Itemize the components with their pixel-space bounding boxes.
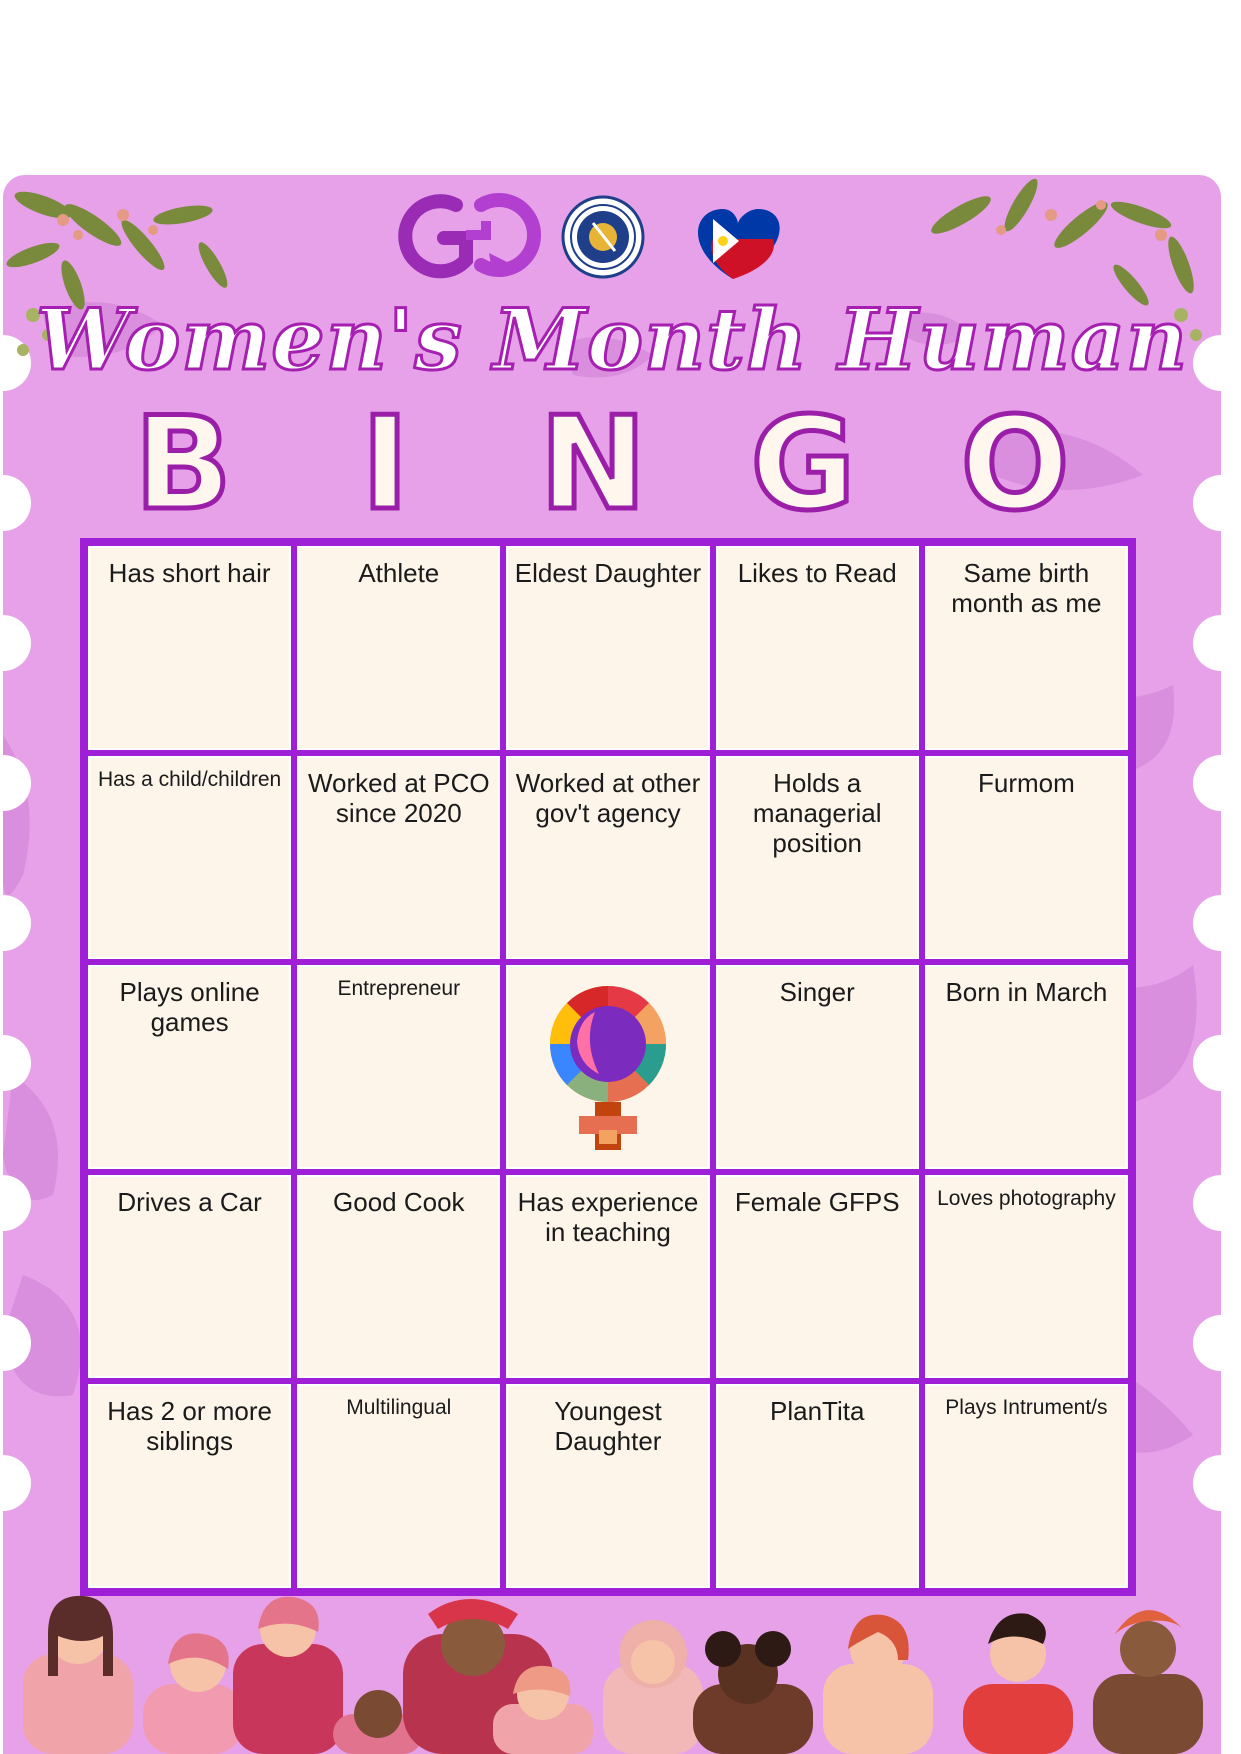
bingo-cell[interactable]: Singer: [715, 965, 919, 1169]
bingo-cell[interactable]: Has 2 or more siblings: [88, 1384, 292, 1588]
bingo-letter-n: N: [537, 390, 649, 539]
bingo-cell[interactable]: Holds a managerial position: [715, 755, 919, 960]
bingo-cell[interactable]: Has experience in teaching: [506, 1174, 710, 1379]
bingo-header: B I N G O: [3, 390, 1221, 539]
bingo-cell[interactable]: Same birth month as me: [924, 546, 1128, 750]
female-symbol-mosaic-icon: [549, 985, 666, 1150]
bingo-cell[interactable]: Eldest Daughter: [506, 546, 710, 750]
bingo-cell[interactable]: Entrepreneur: [297, 965, 501, 1169]
bingo-letter-o: O: [958, 390, 1072, 539]
bingo-letter-g: G: [748, 390, 858, 539]
bingo-cell[interactable]: Likes to Read: [715, 546, 919, 750]
bingo-cell[interactable]: Furmom: [924, 755, 1128, 960]
bingo-cell[interactable]: PlanTita: [715, 1384, 919, 1588]
bingo-cell[interactable]: Plays Intrument/s: [924, 1384, 1128, 1588]
bingo-cell[interactable]: Female GFPS: [715, 1174, 919, 1379]
bingo-letter-i: I: [359, 390, 412, 539]
bingo-grid: Has short hair Athlete Eldest Daughter L…: [80, 538, 1136, 1596]
bingo-cell[interactable]: Has a child/children: [88, 755, 292, 960]
women-illustration: [23, 1595, 1203, 1754]
bingo-cell[interactable]: Drives a Car: [88, 1174, 292, 1379]
bingo-letter-b: B: [132, 390, 235, 539]
bingo-cell[interactable]: Youngest Daughter: [506, 1384, 710, 1588]
page-title: Women's Month Human: [34, 289, 1189, 391]
philippine-flag-heart-icon: [698, 209, 780, 279]
bingo-cell[interactable]: Worked at other gov't agency: [506, 755, 710, 960]
pco-seal-icon: [561, 195, 645, 279]
bingo-cell[interactable]: Born in March: [924, 965, 1128, 1169]
free-space-cell[interactable]: [506, 965, 710, 1169]
header-logos: [398, 193, 780, 279]
bingo-cell[interactable]: Has short hair: [88, 546, 292, 750]
bingo-cell[interactable]: Loves photography: [924, 1174, 1128, 1379]
bingo-cell[interactable]: Worked at PCO since 2020: [297, 755, 501, 960]
bingo-cell[interactable]: Good Cook: [297, 1174, 501, 1379]
bingo-cell[interactable]: Multilingual: [297, 1384, 501, 1588]
bingo-cell[interactable]: Plays online games: [88, 965, 292, 1169]
bingo-cell[interactable]: Athlete: [297, 546, 501, 750]
bingo-card: Women's Month Human B I N G O Has short …: [3, 175, 1221, 1754]
gad-logo: [398, 193, 542, 279]
